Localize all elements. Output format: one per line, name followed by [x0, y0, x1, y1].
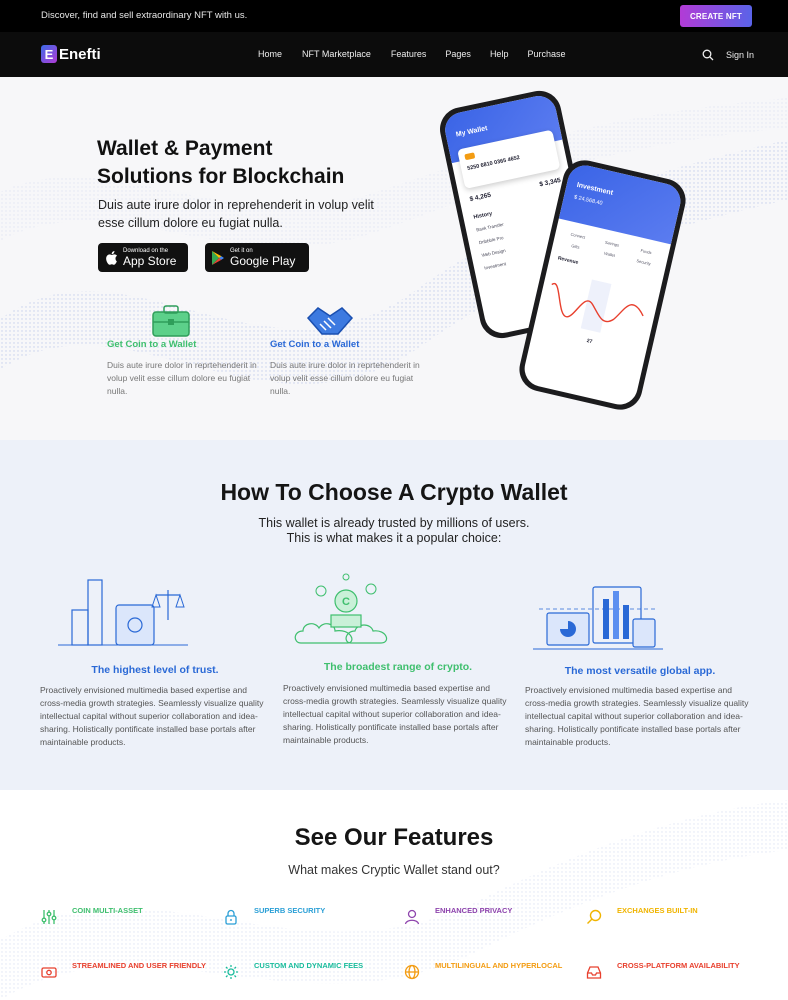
- logo-mark: E: [41, 45, 57, 63]
- hero-lead: Duis aute irure dolor in reprehenderit i…: [98, 198, 374, 230]
- choose-card-title: The broadest range of crypto.: [323, 661, 473, 673]
- feature-label: SUPERB SECURITY: [254, 906, 326, 915]
- feature-label: ENHANCED PRIVACY: [435, 906, 513, 915]
- app-store-big: App Store: [123, 253, 177, 268]
- choose-card-desc: Proactively envisioned multimedia based …: [40, 685, 264, 747]
- balance-left: $ 4,265: [469, 191, 492, 204]
- mini-feature-desc: Duis aute irure dolor in reprtehenderit …: [270, 360, 420, 396]
- feature-label: MULTILINGUAL AND HYPERLOCAL: [435, 961, 563, 970]
- app-store-button[interactable]: Download on the App Store: [98, 243, 188, 272]
- action-security: Security: [636, 258, 652, 267]
- action-connect: Connect: [570, 231, 586, 240]
- main-navigation: E Enefti Home NFT Marketplace Features P…: [0, 32, 788, 77]
- mini-feature-title: Get Coin to a Wallet: [107, 339, 197, 350]
- hero-title-line2: Solutions for Blockchain: [97, 165, 345, 188]
- inbox-icon: [586, 966, 602, 979]
- choose-subtitle: This wallet is already trusted by millio…: [0, 516, 788, 546]
- briefcase-icon: [152, 305, 190, 337]
- sign-in-link[interactable]: Sign In: [726, 50, 754, 60]
- feature-label: CUSTOM AND DYNAMIC FEES: [254, 961, 364, 970]
- balance-right: $ 3,345: [538, 176, 562, 189]
- globe-icon: [404, 964, 420, 980]
- choose-card-title: The most versatile global app.: [564, 665, 716, 677]
- google-play-icon: [212, 250, 224, 265]
- coin-cloud-icon: C: [294, 573, 388, 644]
- action-gifts: Gifts: [570, 243, 581, 250]
- choose-title: How To Choose A Crypto Wallet: [220, 479, 568, 505]
- apple-icon: [106, 250, 117, 265]
- action-savings: Savings: [604, 239, 620, 248]
- feature-label: STREAMLINED AND USER FRIENDLY: [72, 961, 207, 970]
- nav-link-help[interactable]: Help: [490, 49, 509, 59]
- nav-link-features[interactable]: Features: [391, 49, 427, 59]
- choose-subtitle-line2: This is what makes it a popular choice:: [286, 531, 502, 545]
- choose-card-desc: Proactively envisioned multimedia based …: [525, 685, 749, 747]
- features-section: See Our Features What makes Cryptic Wall…: [0, 790, 788, 1000]
- feature-label: EXCHANGES BUILT-IN: [617, 906, 698, 915]
- mini-feature-title: Get Coin to a Wallet: [270, 339, 360, 350]
- nav-link-purchase[interactable]: Purchase: [527, 49, 565, 59]
- choose-subtitle-line1: This wallet is already trusted by millio…: [258, 516, 530, 530]
- card-chip: [464, 152, 476, 161]
- choose-card-desc: Proactively envisioned multimedia based …: [283, 683, 507, 745]
- lock-icon: [225, 909, 237, 925]
- hero-title: Wallet & Payment Solutions for Blockchai…: [97, 135, 397, 191]
- google-play-button[interactable]: Get it on Google Play: [205, 243, 309, 272]
- logo[interactable]: E Enefti: [41, 45, 101, 63]
- bank-vault-icon: [58, 579, 188, 646]
- user-icon: [404, 909, 420, 925]
- choose-wallet-section: How To Choose A Crypto Wallet This walle…: [0, 440, 788, 790]
- google-play-big: Google Play: [230, 253, 296, 268]
- action-wallet: Wallet: [603, 250, 616, 258]
- search-icon[interactable]: [702, 49, 714, 61]
- nav-link-nft-marketplace[interactable]: NFT Marketplace: [302, 49, 371, 59]
- nav-link-home[interactable]: Home: [258, 49, 282, 59]
- money-icon: [41, 967, 57, 978]
- mini-feature-desc: Duis aute irure dolor in reprtehenderit …: [107, 360, 257, 396]
- hero-section: Wallet & Payment Solutions for Blockchai…: [0, 77, 788, 440]
- create-nft-button[interactable]: CREATE NFT: [680, 5, 752, 27]
- card-number: 5250 6810 0365 4652: [466, 154, 521, 172]
- svg-text:C: C: [342, 596, 350, 608]
- choose-card-title: The highest level of trust.: [91, 664, 219, 676]
- nav-links: Home NFT Marketplace Features Pages Help…: [258, 49, 565, 59]
- announcement-bar: Discover, find and sell extraordinary NF…: [0, 0, 788, 32]
- features-title: See Our Features: [294, 824, 494, 851]
- action-funds: Funds: [640, 247, 653, 256]
- gear-icon: [224, 965, 238, 979]
- nav-link-pages[interactable]: Pages: [445, 49, 471, 59]
- feature-label: COIN MULTI-ASSET: [72, 906, 143, 915]
- features-subtitle: What makes Cryptic Wallet stand out?: [288, 863, 500, 877]
- handshake-icon: [306, 307, 354, 335]
- hero-title-line1: Wallet & Payment: [97, 137, 273, 160]
- sliders-icon: [41, 910, 57, 924]
- devices-chart-icon: [533, 586, 663, 650]
- tagline: Discover, find and sell extraordinary NF…: [41, 10, 248, 21]
- feature-label: CROSS-PLATFORM AVAILABILITY: [617, 961, 740, 970]
- magnifier-icon: [587, 909, 602, 924]
- logo-text: Enefti: [59, 45, 101, 63]
